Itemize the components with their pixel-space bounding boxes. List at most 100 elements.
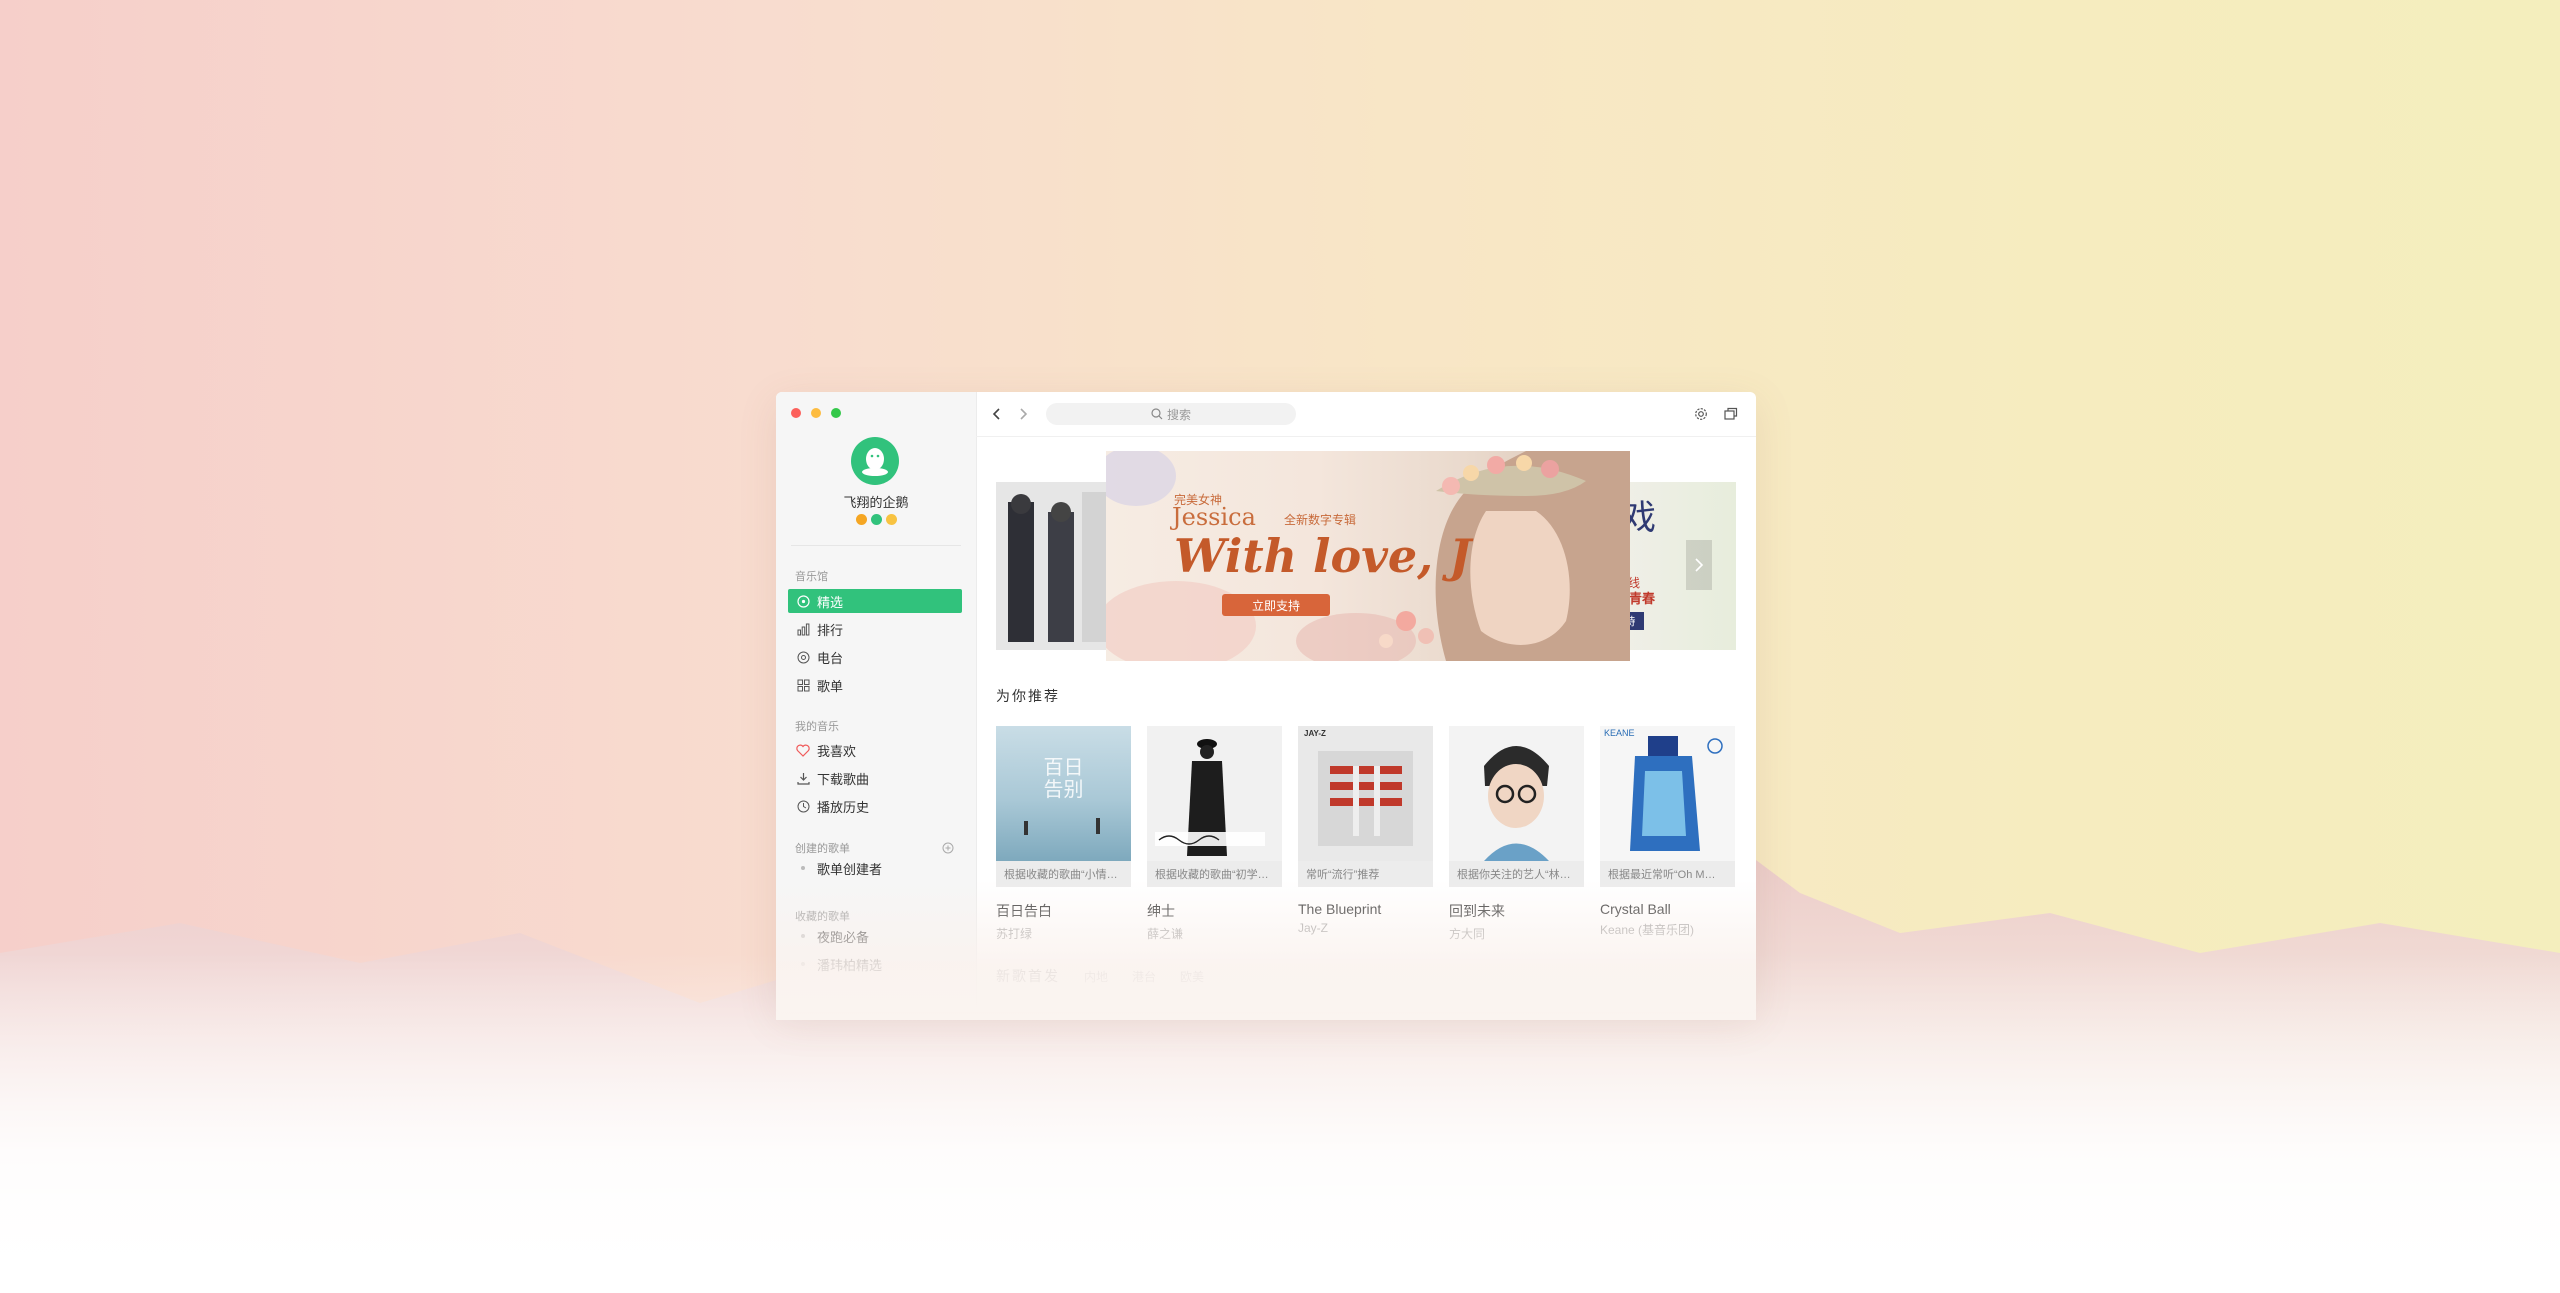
- sidebar-item-label: 歌单: [817, 678, 844, 694]
- banner-artist: Jessica: [1172, 503, 1256, 531]
- banner-next-slide[interactable]: 戏 上线 转青春 持: [1616, 482, 1736, 650]
- maximize-window-button[interactable]: [831, 408, 841, 418]
- chart-icon: [795, 621, 811, 637]
- bullet-icon: [801, 934, 805, 938]
- sidebar-item-label: 我喜欢: [817, 743, 857, 759]
- sidebar-item-playlists[interactable]: 歌单: [788, 673, 962, 697]
- app-window: 飞翔的企鹅 音乐馆 精选 排行 电台 歌单 我的音乐 我喜欢 下载歌曲 播放历史…: [776, 392, 1756, 1012]
- banner-tag: 全新数字专辑: [1284, 513, 1357, 527]
- level-badge-icon: [885, 514, 897, 525]
- sidebar-item-radio[interactable]: 电台: [788, 645, 962, 669]
- window-icon: [1724, 407, 1738, 420]
- album-cover: 根据你关注的艺人“林…: [1449, 726, 1584, 887]
- forward-button[interactable]: [1014, 405, 1032, 423]
- top-bar: 搜索: [976, 392, 1756, 437]
- sidebar-item-history[interactable]: 播放历史: [788, 794, 962, 818]
- gear-icon: [1695, 408, 1707, 420]
- sidebar-item-label: 播放历史: [817, 799, 870, 815]
- recommend-list: 百日告别 根据收藏的歌曲“小情… 百日告白 苏打绿 根据收藏的歌曲“初学… 绅士…: [996, 726, 1735, 942]
- cover-caption: 根据收藏的歌曲“初学…: [1147, 861, 1282, 887]
- album-cover: KEANE 根据最近常听“Oh M…: [1600, 726, 1735, 887]
- tab-western[interactable]: 欧美: [1180, 968, 1204, 985]
- sidebar-item-collected-playlist[interactable]: 潘玮柏精选: [788, 952, 962, 976]
- card-title: The Blueprint: [1298, 901, 1382, 917]
- sidebar-item-ranking[interactable]: 排行: [788, 617, 962, 641]
- banner-next-arrow[interactable]: [1686, 540, 1712, 590]
- featured-banner[interactable]: 完美女神 Jessica 全新数字专辑 With love, J 立即支持: [1106, 451, 1630, 661]
- section-music-hall: 音乐馆: [795, 571, 828, 583]
- banner-album-title: With love, J: [1174, 529, 1471, 583]
- section-my-music: 我的音乐: [795, 721, 839, 733]
- sidebar-item-label: 电台: [817, 650, 844, 666]
- sidebar-item-label: 下载歌曲: [817, 771, 870, 787]
- sidebar-item-downloads[interactable]: 下载歌曲: [788, 766, 962, 790]
- divider: [791, 545, 961, 546]
- tab-hk-tw[interactable]: 港台: [1132, 968, 1156, 985]
- recommend-card[interactable]: 根据你关注的艺人“林… 回到未来 方大同: [1449, 726, 1584, 942]
- cover-caption: 根据最近常听“Oh M…: [1600, 861, 1735, 887]
- card-title: 绅士: [1147, 903, 1175, 919]
- recommend-title: 为你推荐: [996, 688, 1060, 704]
- tab-mainland[interactable]: 内地: [1084, 968, 1108, 985]
- recommend-card[interactable]: 根据收藏的歌曲“初学… 绅士 薛之谦: [1147, 726, 1282, 942]
- card-title: 百日告白: [996, 903, 1052, 919]
- disc-icon: [795, 593, 811, 609]
- card-artist: Jay-Z: [1298, 921, 1328, 935]
- card-title: Crystal Ball: [1600, 901, 1671, 917]
- card-artist: 方大同: [1449, 927, 1486, 941]
- close-window-button[interactable]: [791, 408, 801, 418]
- cover-caption: 根据收藏的歌曲“小情…: [996, 861, 1131, 887]
- banner-side-image: [996, 482, 1116, 650]
- chevron-left-icon: [992, 408, 1000, 420]
- sidebar-item-favorites[interactable]: 我喜欢: [788, 738, 962, 762]
- back-button[interactable]: [988, 405, 1006, 423]
- search-placeholder: 搜索: [1166, 407, 1191, 422]
- search-icon: [1151, 408, 1163, 420]
- user-badges: [776, 514, 976, 525]
- recommend-card[interactable]: JAY-Z 常听“流行”推荐 The Blueprint Jay-Z: [1298, 726, 1433, 942]
- sidebar-item-label: 夜跑必备: [817, 929, 870, 945]
- sidebar-item-label: 排行: [817, 622, 844, 638]
- green-badge-icon: [870, 514, 882, 525]
- avatar[interactable]: [851, 437, 899, 485]
- cover-caption: 根据你关注的艺人“林…: [1449, 861, 1584, 887]
- album-cover: 根据收藏的歌曲“初学…: [1147, 726, 1282, 887]
- settings-button[interactable]: [1692, 405, 1710, 423]
- window-controls: [791, 408, 841, 418]
- sidebar-item-label: 歌单创建者: [817, 861, 883, 877]
- card-artist: Keane (基音乐团): [1600, 923, 1695, 937]
- user-nickname[interactable]: 飞翔的企鹅: [776, 492, 976, 511]
- section-created-playlists: 创建的歌单: [795, 843, 850, 855]
- sidebar-item-featured[interactable]: 精选: [788, 589, 962, 613]
- chevron-right-icon: [1695, 558, 1704, 572]
- sidebar-item-collected-playlist[interactable]: 夜跑必备: [788, 924, 962, 948]
- chevron-right-icon: [1020, 408, 1028, 420]
- mini-mode-button[interactable]: [1722, 405, 1740, 423]
- new-songs-title: 新歌首发: [996, 968, 1060, 984]
- banner-prev-slide[interactable]: [996, 482, 1116, 650]
- heart-icon: [795, 742, 811, 758]
- album-cover: 百日告别 根据收藏的歌曲“小情…: [996, 726, 1131, 887]
- cover-caption: 常听“流行”推荐: [1298, 861, 1433, 887]
- clock-icon: [795, 798, 811, 814]
- card-artist: 薛之谦: [1147, 927, 1184, 941]
- bullet-icon: [801, 866, 805, 870]
- card-artist: 苏打绿: [996, 927, 1033, 941]
- support-button[interactable]: 立即支持: [1222, 594, 1330, 616]
- radio-icon: [795, 649, 811, 665]
- sidebar: 飞翔的企鹅 音乐馆 精选 排行 电台 歌单 我的音乐 我喜欢 下载歌曲 播放历史…: [776, 392, 977, 1012]
- cover-text: 百日告别: [1043, 755, 1084, 801]
- sidebar-item-label: 精选: [817, 594, 844, 610]
- card-title: 回到未来: [1449, 903, 1505, 919]
- bullet-icon: [801, 962, 805, 966]
- vip-badge-icon: [855, 514, 867, 525]
- grid-icon: [795, 677, 811, 693]
- recommend-card[interactable]: 百日告别 根据收藏的歌曲“小情… 百日告白 苏打绿: [996, 726, 1131, 942]
- minimize-window-button[interactable]: [811, 408, 821, 418]
- recommend-card[interactable]: KEANE 根据最近常听“Oh M… Crystal Ball Keane (基…: [1600, 726, 1735, 942]
- sidebar-item-label: 潘玮柏精选: [817, 957, 883, 973]
- penguin-icon: [862, 448, 888, 476]
- sidebar-item-created-playlist[interactable]: 歌单创建者: [788, 856, 962, 880]
- download-icon: [795, 770, 811, 786]
- search-input[interactable]: 搜索: [1046, 403, 1296, 425]
